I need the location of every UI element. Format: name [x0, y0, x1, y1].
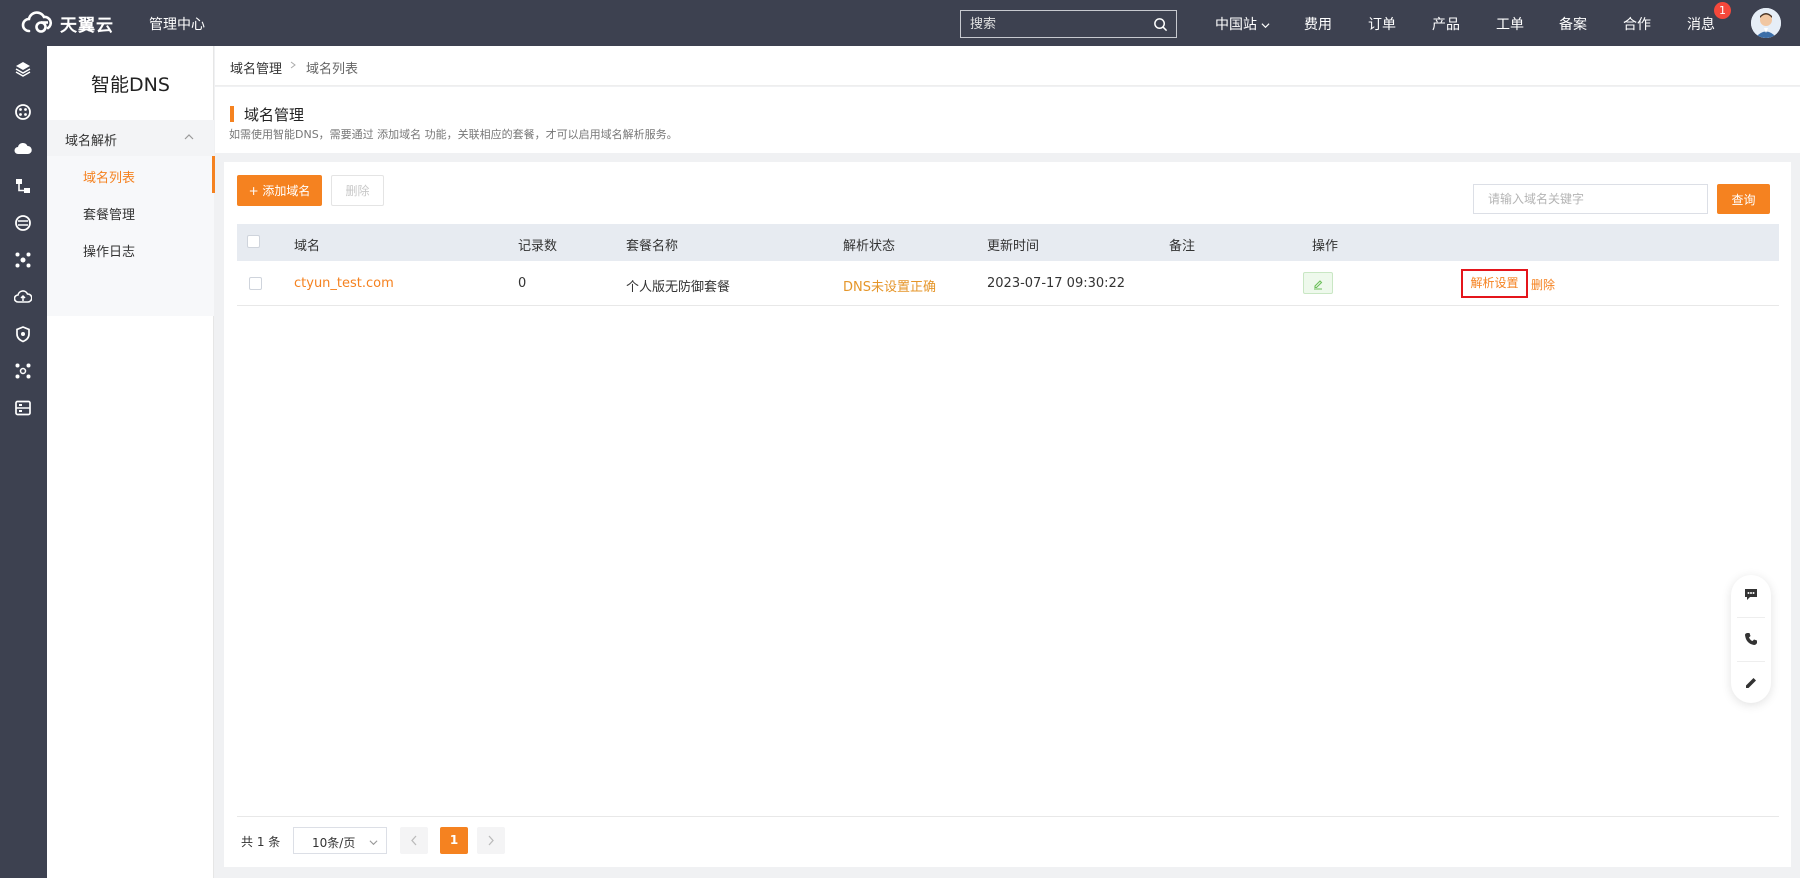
database-icon[interactable] [14, 214, 32, 232]
domain-list-card: + 添加域名 删除 查询 域名 记录数 套餐名称 解析状态 更新时间 备注 操作… [224, 162, 1791, 867]
storage-icon[interactable] [14, 399, 32, 417]
chevron-left-icon [411, 835, 417, 846]
cluster-icon[interactable] [14, 251, 32, 269]
page-size-select[interactable]: 10条/页 [293, 827, 387, 854]
search-icon[interactable] [1153, 17, 1168, 32]
nav-partners[interactable]: 合作 [1623, 14, 1651, 34]
logo[interactable]: 天翼云 [20, 9, 114, 37]
column-note: 备注 [1169, 239, 1196, 254]
sidebar-item-operation-log[interactable]: 操作日志 [47, 230, 214, 267]
title-accent-bar [230, 106, 234, 122]
sidebar-item-label: 操作日志 [83, 245, 136, 260]
top-header: 天翼云 管理中心 中国站 费用 订单 产品 工单 备案 合作 消息 1 [0, 0, 1800, 46]
edit-icon[interactable] [1743, 675, 1759, 691]
nav-products[interactable]: 产品 [1432, 14, 1460, 34]
cloud-upload-icon[interactable] [14, 288, 32, 306]
row-checkbox[interactable] [249, 277, 262, 290]
add-domain-button[interactable]: + 添加域名 [237, 175, 322, 206]
divider [237, 816, 1779, 817]
cloud-logo-icon [21, 11, 53, 33]
sidebar-title: 智能DNS [91, 74, 170, 96]
nav-tickets[interactable]: 工单 [1496, 14, 1524, 34]
divider [1737, 617, 1765, 618]
column-actions: 操作 [1312, 239, 1339, 254]
nav-fees[interactable]: 费用 [1304, 14, 1332, 34]
chevron-right-icon [488, 835, 494, 846]
updated-time: 2023-07-17 09:30:22 [987, 276, 1126, 291]
nav-messages[interactable]: 消息 [1687, 14, 1715, 34]
chevron-right-icon [290, 61, 296, 69]
domain-link[interactable]: ctyun_test.com [294, 276, 394, 291]
pencil-icon [1314, 280, 1323, 290]
resolution-settings-link[interactable]: 解析设置 [1461, 269, 1528, 298]
table-row: ctyun_test.com 0 个人版无防御套餐 DNS未设置正确 2023-… [237, 261, 1779, 306]
sidebar-item-label: 域名列表 [83, 171, 136, 186]
message-count-badge: 1 [1714, 2, 1731, 19]
logo-text: 天翼云 [60, 15, 114, 36]
nav-orders[interactable]: 订单 [1368, 14, 1396, 34]
menu-group-dns-resolution[interactable]: 域名解析 [47, 120, 214, 156]
product-icon-rail [0, 46, 47, 878]
domain-keyword-input[interactable] [1473, 184, 1708, 214]
breadcrumb: 域名管理 域名列表 [215, 46, 1800, 86]
record-count: 0 [518, 276, 527, 291]
select-all-checkbox[interactable] [247, 235, 260, 248]
divider [1737, 661, 1765, 662]
batch-delete-button[interactable]: 删除 [331, 175, 384, 206]
menu-group-label: 域名解析 [65, 134, 118, 149]
chevron-down-icon [369, 840, 378, 846]
page-description: 如需使用智能DNS，需要通过 添加域名 功能，关联相应的套餐，才可以启用域名解析… [229, 128, 678, 141]
region-selector[interactable]: 中国站 [1215, 14, 1270, 34]
breadcrumb-domain-management[interactable]: 域名管理 [230, 58, 282, 77]
sidebar-item-label: 套餐管理 [83, 208, 136, 223]
network-icon[interactable] [14, 177, 32, 195]
column-package: 套餐名称 [626, 239, 679, 254]
column-records: 记录数 [518, 239, 558, 254]
avatar[interactable] [1751, 8, 1781, 38]
management-center-link[interactable]: 管理中心 [149, 14, 205, 34]
total-count: 共 1 条 [241, 835, 281, 849]
chevron-up-icon [184, 134, 194, 140]
sidebar-item-package-management[interactable]: 套餐管理 [47, 193, 214, 230]
current-page[interactable]: 1 [440, 827, 468, 854]
shield-icon[interactable] [14, 325, 32, 343]
sidebar-item-domain-list[interactable]: 域名列表 [47, 156, 215, 193]
floating-toolbar [1731, 575, 1771, 703]
phone-icon[interactable] [1743, 631, 1759, 647]
page-header: 域名管理 如需使用智能DNS，需要通过 添加域名 功能，关联相应的套餐，才可以启… [215, 87, 1800, 153]
nav-filing[interactable]: 备案 [1559, 14, 1587, 34]
chevron-down-icon [1261, 22, 1270, 28]
page-size-value: 10条/页 [312, 836, 356, 850]
layers-icon[interactable] [14, 60, 32, 78]
edit-note-button[interactable] [1303, 272, 1333, 294]
prev-page-button[interactable] [400, 827, 428, 854]
delete-domain-link[interactable]: 删除 [1531, 276, 1555, 293]
column-updated: 更新时间 [987, 239, 1040, 254]
table-header: 域名 记录数 套餐名称 解析状态 更新时间 备注 操作 [237, 224, 1779, 261]
user-avatar-icon [1751, 8, 1781, 38]
cloud-icon[interactable] [14, 140, 32, 158]
region-label: 中国站 [1215, 17, 1257, 33]
query-button[interactable]: 查询 [1717, 184, 1770, 214]
package-name: 个人版无防御套餐 [626, 280, 731, 295]
resolution-status: DNS未设置正确 [843, 280, 936, 295]
chat-icon[interactable] [1743, 586, 1759, 602]
column-domain: 域名 [294, 239, 321, 254]
search-input[interactable] [961, 11, 1176, 37]
global-search[interactable] [960, 10, 1177, 38]
dns-sidebar: 智能DNS 域名解析 域名列表 套餐管理 操作日志 [47, 46, 215, 878]
next-page-button[interactable] [477, 827, 505, 854]
breadcrumb-domain-list: 域名列表 [306, 62, 359, 77]
grid-icon[interactable] [14, 103, 32, 121]
page-title: 域名管理 [244, 106, 305, 124]
column-status: 解析状态 [843, 239, 896, 254]
link-icon[interactable] [14, 362, 32, 380]
